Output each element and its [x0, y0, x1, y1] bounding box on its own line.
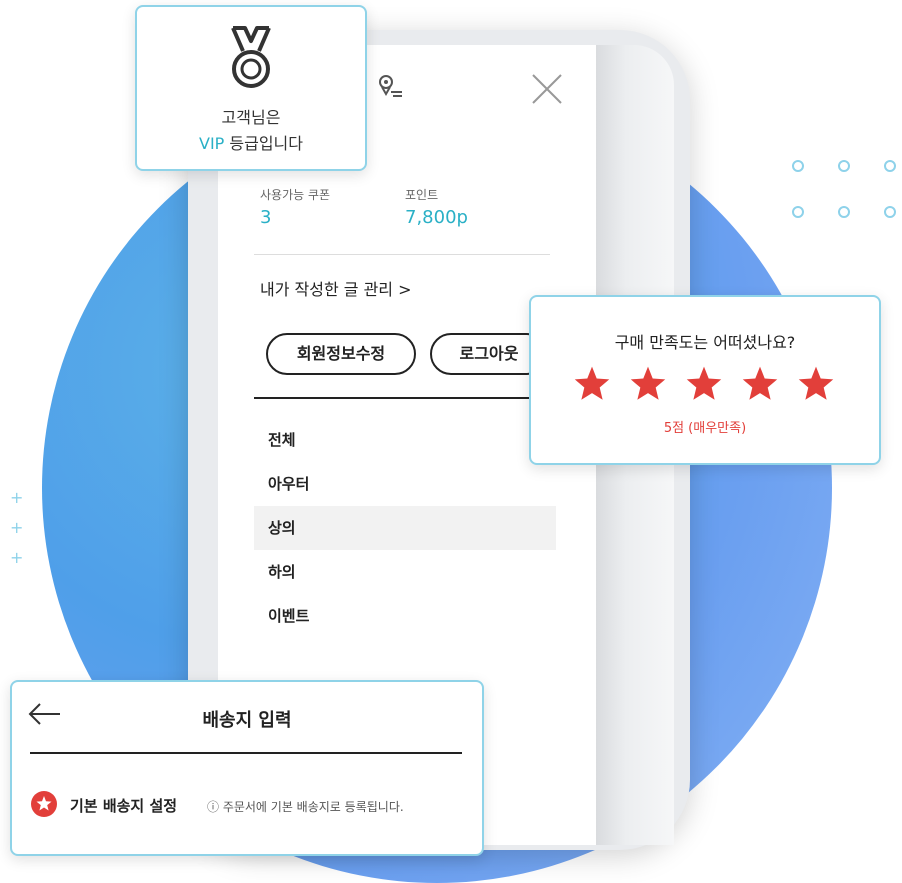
- decor-dot: [792, 206, 804, 218]
- decor-plus-icon: +: [10, 488, 24, 507]
- page-title: 배송지 입력: [202, 710, 292, 731]
- vip-grade: VIP: [199, 134, 225, 153]
- default-address-note: ⓘ 주문서에 기본 배송지로 등록됩니다.: [207, 800, 404, 814]
- category-item-all[interactable]: 전체: [254, 418, 556, 462]
- close-icon[interactable]: [530, 72, 564, 106]
- star-icon[interactable]: [797, 365, 835, 401]
- rating-score: 5점 (매우만족): [663, 421, 747, 436]
- star-icon[interactable]: [685, 365, 723, 401]
- star-icon[interactable]: [629, 365, 667, 401]
- decor-plus-icon: +: [10, 518, 24, 537]
- rating-card: 구매 만족도는 어떠셨나요? 5점 (매우만족): [529, 295, 881, 465]
- divider: [30, 752, 462, 754]
- category-item-top[interactable]: 상의: [254, 506, 556, 550]
- star-icon[interactable]: [573, 365, 611, 401]
- shipping-address-card: 배송지 입력 기본 배송지 설정 ⓘ 주문서에 기본 배송지로 등록됩니다.: [10, 680, 484, 856]
- medal-icon: [231, 26, 271, 88]
- star-rating[interactable]: [573, 365, 835, 401]
- point-value[interactable]: 7,800p: [405, 207, 468, 228]
- vip-text-line2: VIP 등급입니다: [137, 130, 365, 154]
- decor-dot: [792, 160, 804, 172]
- edit-profile-button[interactable]: 회원정보수정: [266, 333, 416, 375]
- default-address-label[interactable]: 기본 배송지 설정: [70, 795, 177, 816]
- category-item-event[interactable]: 이벤트: [254, 594, 556, 638]
- point-label: 포인트: [405, 188, 439, 202]
- decor-dot: [884, 206, 896, 218]
- category-item-bottom[interactable]: 하의: [254, 550, 556, 594]
- star-badge-icon[interactable]: [30, 790, 58, 818]
- location-icon[interactable]: [376, 72, 404, 100]
- vip-text-line1: 고객님은: [221, 108, 281, 127]
- my-posts-link[interactable]: 내가 작성한 글 관리 >: [260, 276, 412, 300]
- decor-dot: [838, 160, 850, 172]
- rating-question: 구매 만족도는 어떠셨나요?: [614, 333, 796, 352]
- coupon-count[interactable]: 3: [260, 207, 271, 228]
- divider: [254, 397, 554, 399]
- category-item-outer[interactable]: 아우터: [254, 462, 556, 506]
- coupon-label: 사용가능 쿠폰: [260, 188, 331, 202]
- vip-text-rest: 등급입니다: [224, 134, 303, 153]
- decor-plus-icon: +: [10, 548, 24, 567]
- vip-grade-card: 고객님은 VIP 등급입니다: [135, 5, 367, 171]
- decor-dot: [884, 160, 896, 172]
- decor-dot: [838, 206, 850, 218]
- divider: [254, 254, 550, 255]
- star-icon[interactable]: [741, 365, 779, 401]
